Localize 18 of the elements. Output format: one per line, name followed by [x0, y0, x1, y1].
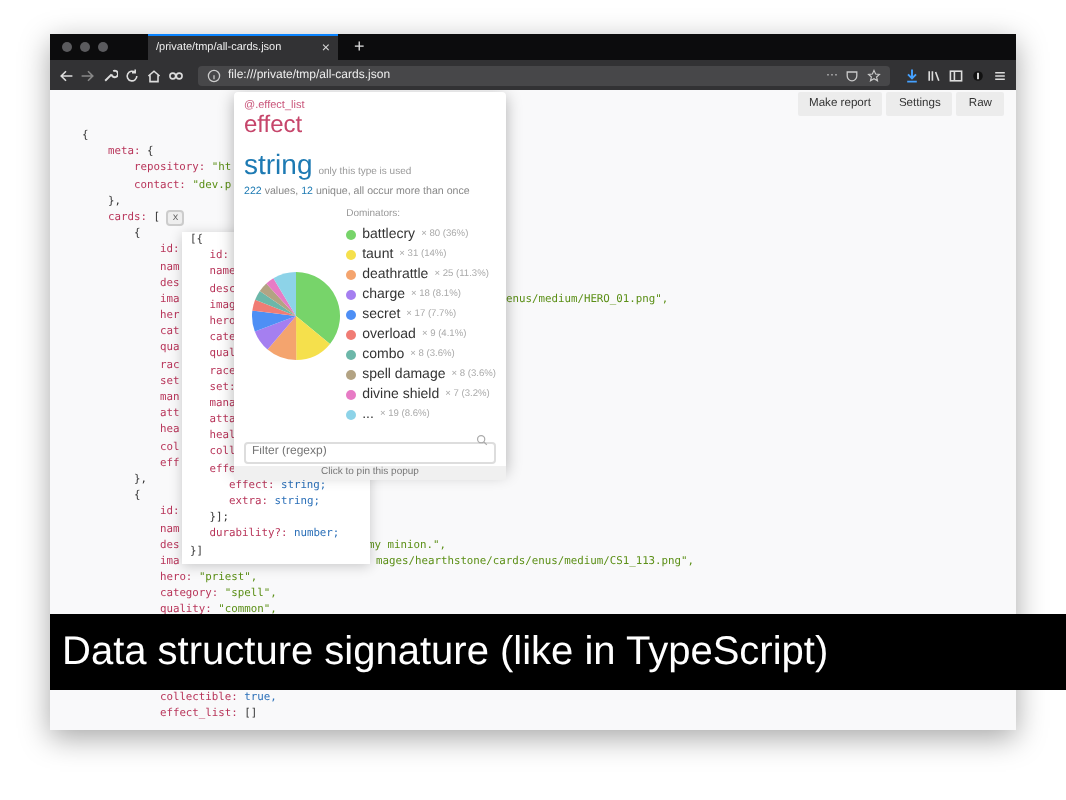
new-tab-button[interactable]: +: [354, 38, 365, 56]
download-icon[interactable]: [904, 67, 920, 83]
type-name: string: [244, 150, 313, 180]
back-icon[interactable]: [58, 67, 74, 83]
sidebar-icon[interactable]: [948, 67, 964, 83]
library-icon[interactable]: [926, 67, 942, 83]
reload-icon[interactable]: [124, 67, 140, 83]
extension-icon[interactable]: [970, 67, 986, 83]
home-icon[interactable]: [146, 67, 162, 83]
search-icon: [476, 433, 488, 445]
star-icon[interactable]: [866, 67, 882, 83]
field-name: effect: [244, 112, 303, 138]
caption: Data structure signature (like in TypeScript): [50, 614, 1066, 690]
glasses-icon[interactable]: [168, 67, 184, 83]
info-icon: [206, 67, 222, 83]
forward-icon[interactable]: [80, 67, 96, 83]
menu-icon[interactable]: [992, 67, 1008, 83]
shield-icon[interactable]: [844, 67, 860, 83]
